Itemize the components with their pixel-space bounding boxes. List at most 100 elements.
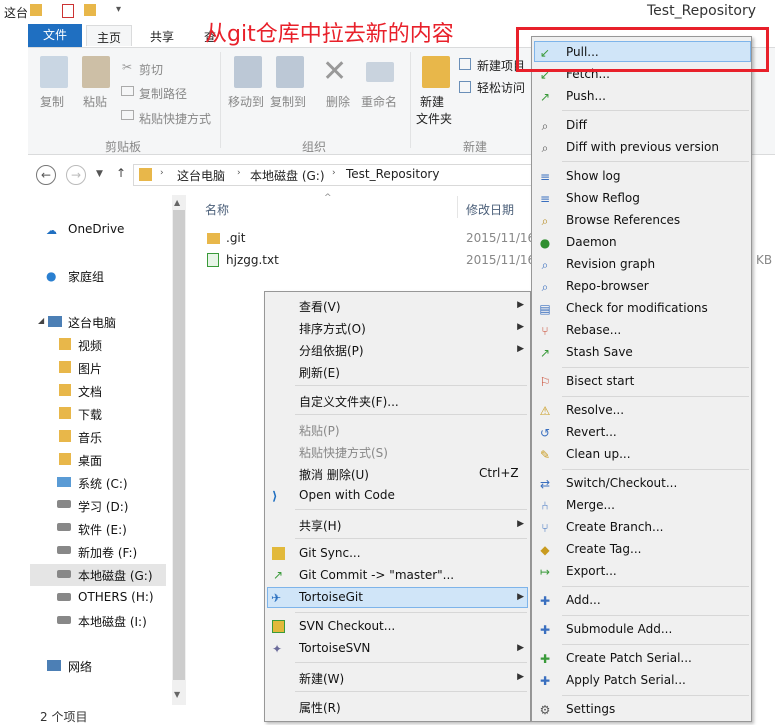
menu-item-daemon[interactable]: Daemon xyxy=(566,235,617,249)
menu-item-sort[interactable]: 排序方式(O) xyxy=(299,320,366,337)
file-name[interactable]: .git xyxy=(226,231,245,245)
breadcrumb-drive-g[interactable]: 本地磁盘 (G:) xyxy=(250,167,325,184)
dropdown-icon[interactable]: ▾ xyxy=(116,4,121,15)
menu-item-check-modifications[interactable]: Check for modifications xyxy=(566,301,708,315)
delete-button[interactable]: 删除 xyxy=(326,93,350,110)
nav-this-pc[interactable]: 这台电脑 xyxy=(68,314,116,331)
menu-item-properties[interactable]: 属性(R) xyxy=(299,699,341,716)
new-folder-icon[interactable] xyxy=(84,4,96,16)
nav-pictures[interactable]: 图片 xyxy=(78,360,102,377)
menu-item-create-branch[interactable]: Create Branch... xyxy=(566,520,663,534)
menu-separator xyxy=(562,469,749,470)
column-header-name[interactable]: 名称 xyxy=(205,201,229,218)
nav-drive-c[interactable]: 系统 (C:) xyxy=(78,475,128,492)
menu-item-view[interactable]: 查看(V) xyxy=(299,298,341,315)
menu-item-add[interactable]: Add... xyxy=(566,593,601,607)
scroll-up-icon[interactable]: ▲ xyxy=(174,198,180,207)
nav-onedrive[interactable]: OneDrive xyxy=(68,222,124,236)
new-folder-line1[interactable]: 新建 xyxy=(420,93,444,110)
nav-documents[interactable]: 文档 xyxy=(78,383,102,400)
menu-item-export[interactable]: Export... xyxy=(566,564,617,578)
easy-access-button[interactable]: 轻松访问 xyxy=(477,79,525,96)
menu-item-refresh[interactable]: 刷新(E) xyxy=(299,364,340,381)
menu-item-create-tag[interactable]: Create Tag... xyxy=(566,542,641,556)
menu-item-create-patch-serial[interactable]: Create Patch Serial... xyxy=(566,651,692,665)
menu-item-open-code[interactable]: Open with Code xyxy=(299,488,395,502)
tab-home[interactable]: 主页 xyxy=(86,25,133,46)
nav-drive-i[interactable]: 本地磁盘 (I:) xyxy=(78,613,147,630)
drive-f-icon xyxy=(57,546,71,554)
rename-button[interactable]: 重命名 xyxy=(361,93,397,110)
menu-item-stash-save[interactable]: Stash Save xyxy=(566,345,633,359)
nav-drive-f[interactable]: 新加卷 (F:) xyxy=(78,544,137,561)
nav-scrollbar-thumb[interactable] xyxy=(173,210,185,680)
paste-shortcut-button[interactable]: 粘贴快捷方式 xyxy=(139,110,211,127)
nav-desktop[interactable]: 桌面 xyxy=(78,452,102,469)
paste-button[interactable]: 粘贴 xyxy=(83,93,107,110)
forward-icon[interactable]: → xyxy=(66,165,86,185)
menu-item-submodule-add[interactable]: Submodule Add... xyxy=(566,622,672,636)
breadcrumb-repository[interactable]: Test_Repository xyxy=(346,167,439,181)
column-header-date[interactable]: 修改日期 xyxy=(466,201,514,218)
menu-item-show-reflog[interactable]: Show Reflog xyxy=(566,191,640,205)
menu-item-merge[interactable]: Merge... xyxy=(566,498,615,512)
move-to-button[interactable]: 移动到 xyxy=(228,93,264,110)
file-date: 2015/11/16 xyxy=(466,231,536,245)
rebase-icon: ⑂ xyxy=(541,324,549,338)
tab-share[interactable]: 共享 xyxy=(150,28,174,45)
breadcrumb-this-pc[interactable]: 这台电脑 xyxy=(177,167,225,184)
menu-item-tortoisesvn[interactable]: TortoiseSVN xyxy=(299,641,370,655)
git-commit-icon: ↗ xyxy=(273,568,284,582)
menu-item-diff[interactable]: Diff xyxy=(566,118,587,132)
new-folder-line2[interactable]: 文件夹 xyxy=(416,110,452,127)
nav-drive-d[interactable]: 学习 (D:) xyxy=(78,498,128,515)
nav-drive-h[interactable]: OTHERS (H:) xyxy=(78,590,154,604)
menu-item-tortoisegit[interactable]: TortoiseGit xyxy=(299,590,363,604)
menu-item-new[interactable]: 新建(W) xyxy=(299,670,344,687)
nav-homegroup[interactable]: 家庭组 xyxy=(68,268,104,285)
recent-dropdown-icon[interactable]: ▼ xyxy=(96,169,103,179)
nav-network[interactable]: 网络 xyxy=(68,658,92,675)
easy-access-icon xyxy=(459,81,471,93)
up-icon[interactable]: ↑ xyxy=(116,166,126,180)
nav-downloads[interactable]: 下载 xyxy=(78,406,102,423)
menu-item-share[interactable]: 共享(H) xyxy=(299,517,341,534)
cut-button[interactable]: 剪切 xyxy=(139,61,163,78)
copy-path-button[interactable]: 复制路径 xyxy=(139,85,187,102)
menu-item-git-sync[interactable]: Git Sync... xyxy=(299,546,361,560)
menu-item-show-log[interactable]: Show log xyxy=(566,169,621,183)
menu-item-repo-browser[interactable]: Repo-browser xyxy=(566,279,649,293)
menu-item-revision-graph[interactable]: Revision graph xyxy=(566,257,655,271)
copy-button[interactable]: 复制 xyxy=(40,93,64,110)
menu-item-rebase[interactable]: Rebase... xyxy=(566,323,621,337)
menu-item-settings[interactable]: Settings xyxy=(566,702,615,716)
nav-drive-g[interactable]: 本地磁盘 (G:) xyxy=(78,567,153,584)
nav-drive-e[interactable]: 软件 (E:) xyxy=(78,521,127,538)
menu-item-undo[interactable]: 撤消 删除(U) xyxy=(299,466,369,483)
menu-item-apply-patch-serial[interactable]: Apply Patch Serial... xyxy=(566,673,686,687)
menu-item-resolve[interactable]: Resolve... xyxy=(566,403,624,417)
scroll-down-icon[interactable]: ▼ xyxy=(174,690,180,699)
expand-icon[interactable]: ◢ xyxy=(38,316,44,325)
menu-item-push[interactable]: Push... xyxy=(566,89,606,103)
nav-videos[interactable]: 视频 xyxy=(78,337,102,354)
menu-item-browse-references[interactable]: Browse References xyxy=(566,213,680,227)
menu-item-paste[interactable]: 粘贴(P) xyxy=(299,422,340,439)
copy-to-button[interactable]: 复制到 xyxy=(270,93,306,110)
menu-item-switch-checkout[interactable]: Switch/Checkout... xyxy=(566,476,677,490)
properties-icon[interactable] xyxy=(62,4,74,18)
file-date: 2015/11/16 xyxy=(466,253,536,267)
menu-item-diff-previous[interactable]: Diff with previous version xyxy=(566,140,719,154)
menu-item-bisect-start[interactable]: Bisect start xyxy=(566,374,634,388)
back-icon[interactable]: ← xyxy=(36,165,56,185)
file-name[interactable]: hjzgg.txt xyxy=(226,253,279,267)
menu-item-group[interactable]: 分组依据(P) xyxy=(299,342,364,359)
menu-item-paste-shortcut[interactable]: 粘贴快捷方式(S) xyxy=(299,444,388,461)
menu-item-svn-checkout[interactable]: SVN Checkout... xyxy=(299,619,395,633)
tab-file[interactable]: 文件 xyxy=(28,24,82,47)
menu-item-revert[interactable]: Revert... xyxy=(566,425,617,439)
nav-music[interactable]: 音乐 xyxy=(78,429,102,446)
menu-item-customize[interactable]: 自定义文件夹(F)... xyxy=(299,393,399,410)
menu-item-git-commit[interactable]: Git Commit -> "master"... xyxy=(299,568,454,582)
menu-item-clean-up[interactable]: Clean up... xyxy=(566,447,631,461)
